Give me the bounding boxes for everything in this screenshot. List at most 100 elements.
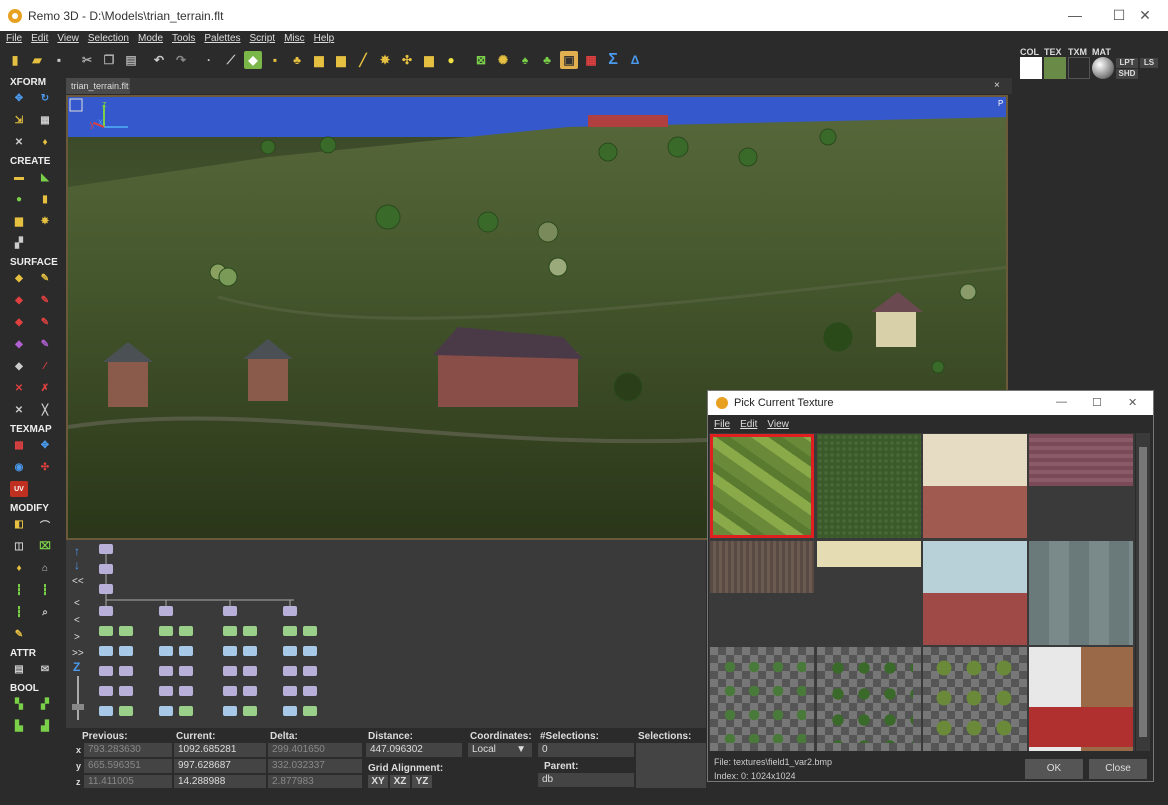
tab-trian-terrain[interactable]: trian_terrain.flt — [66, 78, 130, 94]
menu-view[interactable]: View — [57, 33, 79, 44]
dialog-maximize-button[interactable]: ☐ — [1092, 396, 1102, 409]
light-source-icon[interactable]: ● — [442, 51, 460, 69]
modify-split-icon[interactable]: ◫ — [10, 538, 28, 554]
minimize-button[interactable]: — — [1052, 0, 1098, 31]
modify-house-icon[interactable]: ⌂ — [36, 560, 54, 576]
eyedropper-icon[interactable]: ⁄ — [36, 358, 54, 374]
texture-thumb-forest[interactable] — [817, 434, 921, 538]
delta-icon[interactable]: Δ — [626, 51, 644, 69]
dof-icon[interactable]: ▆ — [332, 51, 350, 69]
texmap-scale-icon[interactable]: ✣ — [36, 459, 54, 475]
create-light-icon[interactable]: ✸ — [36, 213, 54, 229]
tab-txm[interactable]: TXM — [1068, 47, 1087, 57]
tree-nav-up[interactable]: ↑ — [74, 544, 80, 558]
dialog-menu-edit[interactable]: Edit — [740, 419, 757, 430]
tree-nav-prev[interactable]: < — [74, 615, 80, 626]
attr-comment-icon[interactable]: ✉ — [36, 661, 54, 677]
surface-purple-fill-icon[interactable]: ◆ — [10, 336, 28, 352]
tree-nav-collapse-all[interactable]: << — [72, 576, 84, 587]
line-icon[interactable]: ⟋ — [222, 51, 240, 69]
menu-edit[interactable]: Edit — [31, 33, 48, 44]
highlight-icon[interactable]: ▣ — [560, 51, 578, 69]
surface-gray-fill-icon[interactable]: ◆ — [10, 358, 28, 374]
texmap-move-icon[interactable]: ✥ — [36, 437, 54, 453]
grid-xz-button[interactable]: XZ — [390, 775, 410, 789]
menu-selection[interactable]: Selection — [88, 33, 129, 44]
new-file-icon[interactable]: ▮ — [6, 51, 24, 69]
dialog-close-button[interactable]: Close — [1089, 759, 1147, 779]
create-text-icon[interactable]: ▆ — [10, 213, 28, 229]
texture-thumb-field-selected[interactable] — [710, 434, 814, 538]
light-point-icon[interactable]: ✸ — [376, 51, 394, 69]
external-ref-icon[interactable]: ▆ — [420, 51, 438, 69]
matrix-icon[interactable]: ▦ — [36, 112, 54, 128]
tree-nav-collapse[interactable]: < — [74, 598, 80, 609]
create-box-icon[interactable]: ▬ — [10, 169, 28, 185]
bool-split-icon[interactable]: ▟ — [36, 718, 54, 734]
rotate-icon[interactable]: ↻ — [36, 90, 54, 106]
texture-thumb-trees-3[interactable] — [923, 647, 1027, 751]
scene-graph-panel[interactable]: ↑ ↓ << < < > >> Z — [66, 540, 706, 728]
select-all-icon[interactable]: ⊠ — [472, 51, 490, 69]
ls-button[interactable]: LS — [1140, 58, 1158, 68]
align-icon[interactable]: ♦ — [36, 134, 54, 150]
create-sphere-icon[interactable]: ● — [10, 191, 28, 207]
magnify-icon[interactable]: ⌕ — [36, 604, 54, 620]
modify-green2-icon[interactable]: ┇ — [36, 582, 54, 598]
ok-button[interactable]: OK — [1025, 759, 1083, 779]
texmap-grid-icon[interactable]: ▩ — [10, 437, 28, 453]
coordinates-select[interactable]: Local ▼ — [468, 743, 532, 757]
tab-col[interactable]: COL — [1020, 47, 1039, 57]
menu-help[interactable]: Help — [314, 33, 335, 44]
surface-purple-paint-icon[interactable]: ✎ — [36, 336, 54, 352]
grid-yz-button[interactable]: YZ — [412, 775, 432, 789]
redo-icon[interactable]: ↷ — [172, 51, 190, 69]
move-icon[interactable]: ✥ — [10, 90, 28, 106]
texture-thumb-slate[interactable] — [1029, 541, 1133, 645]
tree-zoom-handle[interactable] — [72, 704, 84, 710]
object-mode-icon[interactable]: ▪ — [266, 51, 284, 69]
select-texture-icon[interactable]: ♣ — [538, 51, 556, 69]
dialog-scrollbar[interactable] — [1136, 433, 1150, 751]
create-polygon-icon[interactable]: ◣ — [36, 169, 54, 185]
surface-red-fill-icon[interactable]: ◆ — [10, 292, 28, 308]
modify-pencil-icon[interactable]: ✎ — [10, 626, 28, 642]
select-similar-icon[interactable]: ♠ — [516, 51, 534, 69]
tab-close-icon[interactable]: × — [994, 78, 1008, 94]
tree-zoom-slider[interactable] — [77, 676, 79, 720]
surface-red-paint-icon[interactable]: ✎ — [36, 292, 54, 308]
surface-clear-icon[interactable]: ✗ — [36, 380, 54, 396]
selections-list[interactable] — [636, 743, 706, 789]
sigma-icon[interactable]: Σ — [604, 51, 622, 69]
texture-thumb-trees-1[interactable] — [710, 647, 814, 751]
txm-swatch[interactable] — [1068, 57, 1090, 79]
uv-icon[interactable]: UV — [10, 481, 28, 497]
surface-gray-cross-icon[interactable]: ╳ — [36, 402, 54, 418]
paste-icon[interactable]: ▤ — [122, 51, 140, 69]
create-cylinder-icon[interactable]: ▮ — [36, 191, 54, 207]
tree-nav-zoom[interactable]: Z — [73, 660, 80, 674]
texture-thumb-building-facade[interactable] — [923, 434, 1027, 538]
tree-nav-expand-all[interactable]: >> — [72, 648, 84, 659]
texmap-rotate-icon[interactable]: ◉ — [10, 459, 28, 475]
surface-paint-icon[interactable]: ✎ — [36, 270, 54, 286]
texture-thumb-roof-tiles[interactable] — [1029, 434, 1133, 486]
close-button[interactable]: ✕ — [1122, 0, 1168, 31]
menu-palettes[interactable]: Palettes — [204, 33, 240, 44]
undo-icon[interactable]: ↶ — [150, 51, 168, 69]
bool-intersect-icon[interactable]: ▙ — [10, 718, 28, 734]
dialog-scrollbar-thumb[interactable] — [1139, 447, 1147, 737]
modify-green3-icon[interactable]: ┇ — [10, 604, 28, 620]
mirror-icon[interactable]: ✕ — [10, 134, 28, 150]
menu-script[interactable]: Script — [250, 33, 276, 44]
lod-icon[interactable]: ▆ — [310, 51, 328, 69]
dialog-minimize-button[interactable]: — — [1056, 396, 1067, 408]
lpt-button[interactable]: LPT — [1116, 58, 1138, 68]
modify-bend-icon[interactable]: ⌒ — [36, 516, 54, 532]
scale-icon[interactable]: ⇲ — [10, 112, 28, 128]
surface-gray-x-icon[interactable]: ✕ — [10, 402, 28, 418]
dialog-menu-file[interactable]: File — [714, 419, 730, 430]
texture-thumb-wood-roof[interactable] — [710, 541, 814, 593]
dialog-menu-view[interactable]: View — [767, 419, 789, 430]
tree-nav-down[interactable]: ↓ — [74, 558, 80, 572]
